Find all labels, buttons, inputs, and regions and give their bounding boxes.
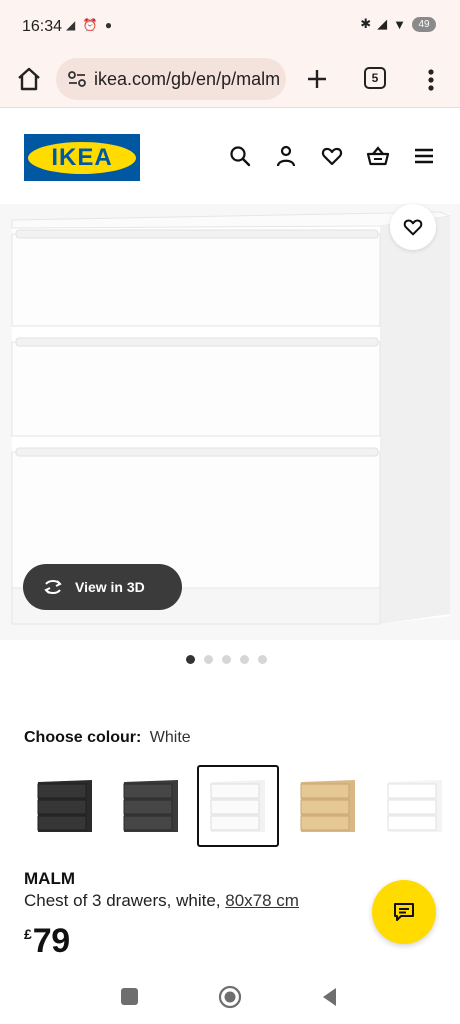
view-in-3d-label: View in 3D xyxy=(75,579,145,595)
status-system-icons: ✱ ◢ ▼ 49 xyxy=(360,16,436,32)
product-description-line: Chest of 3 drawers, white, 80x78 cm xyxy=(24,891,299,911)
site-settings-icon[interactable] xyxy=(66,68,88,90)
home-circle-icon[interactable] xyxy=(218,985,242,1009)
carousel-dot[interactable] xyxy=(240,655,249,664)
chat-icon xyxy=(394,903,414,921)
colour-label: Choose colour: xyxy=(24,729,142,746)
chat-button[interactable] xyxy=(372,880,436,944)
overflow-menu-icon[interactable] xyxy=(420,66,442,94)
site-header: IKEA xyxy=(0,108,460,204)
system-nav-bar xyxy=(0,968,460,1024)
swatch-white[interactable] xyxy=(197,765,279,847)
favorite-button[interactable] xyxy=(390,204,436,250)
price-currency: £ xyxy=(24,926,32,942)
carousel-dot[interactable] xyxy=(204,655,213,664)
user-icon[interactable] xyxy=(274,144,298,168)
product-price: £ 79 xyxy=(24,922,70,961)
status-time: 16:34 xyxy=(22,18,63,35)
status-notification-icons: ◢ ⏰ ● xyxy=(66,18,114,32)
url-text[interactable]: ikea.com/gb/en/p/malm xyxy=(94,69,280,90)
swatch-black-brown[interactable] xyxy=(24,765,106,847)
tab-switcher-button[interactable]: 5 xyxy=(364,67,386,89)
browser-toolbar: ikea.com/gb/en/p/malm 5 xyxy=(0,52,460,108)
rotate-3d-icon xyxy=(44,580,62,594)
wifi-icon: ▼ xyxy=(393,16,406,32)
colour-value: White xyxy=(149,729,191,746)
swatch-high-gloss-white[interactable] xyxy=(374,765,456,847)
notification-icon: ◢ xyxy=(66,18,78,32)
product-size-link[interactable]: 80x78 cm xyxy=(225,891,299,910)
drawer-thumbnail xyxy=(210,780,265,832)
carousel-dot[interactable] xyxy=(258,655,267,664)
plus-icon xyxy=(308,70,326,88)
status-bar: 16:34 ◢ ⏰ ● ✱ ◢ ▼ 49 xyxy=(0,0,460,52)
heart-icon[interactable] xyxy=(320,144,344,168)
search-icon[interactable] xyxy=(228,144,252,168)
carousel-dot[interactable] xyxy=(186,655,195,664)
messenger-icon: ● xyxy=(104,18,115,32)
drawer-thumbnail xyxy=(387,780,442,832)
recents-icon[interactable] xyxy=(121,988,138,1005)
home-icon[interactable] xyxy=(14,64,44,94)
drawer-thumbnail xyxy=(123,780,178,832)
address-bar[interactable]: ikea.com/gb/en/p/malm xyxy=(56,58,286,100)
colour-swatches xyxy=(24,765,460,849)
price-value: 79 xyxy=(32,922,70,960)
heart-icon xyxy=(403,219,423,236)
ikea-logo[interactable]: IKEA xyxy=(24,134,140,181)
view-in-3d-button[interactable]: View in 3D xyxy=(23,564,182,610)
header-actions xyxy=(228,144,436,168)
swatch-white-stained-oak[interactable] xyxy=(287,765,369,847)
product-name: MALM xyxy=(24,869,75,888)
signal-icon: ◢ xyxy=(377,16,388,31)
basket-icon[interactable] xyxy=(366,144,390,168)
menu-icon[interactable] xyxy=(412,144,436,168)
back-icon[interactable] xyxy=(320,986,338,1008)
colour-heading: Choose colour: White xyxy=(24,729,191,747)
drawer-thumbnail xyxy=(300,780,355,832)
carousel-dots xyxy=(186,655,267,664)
alarm-icon: ⏰ xyxy=(82,18,100,32)
bluetooth-icon: ✱ xyxy=(360,16,372,31)
carousel-dot[interactable] xyxy=(222,655,231,664)
battery-indicator: 49 xyxy=(412,16,436,32)
new-tab-button[interactable] xyxy=(302,64,332,94)
logo-text: IKEA xyxy=(51,143,113,171)
drawer-thumbnail xyxy=(37,780,92,832)
product-description: Chest of 3 drawers, white, xyxy=(24,891,221,910)
swatch-dark-grey[interactable] xyxy=(110,765,192,847)
